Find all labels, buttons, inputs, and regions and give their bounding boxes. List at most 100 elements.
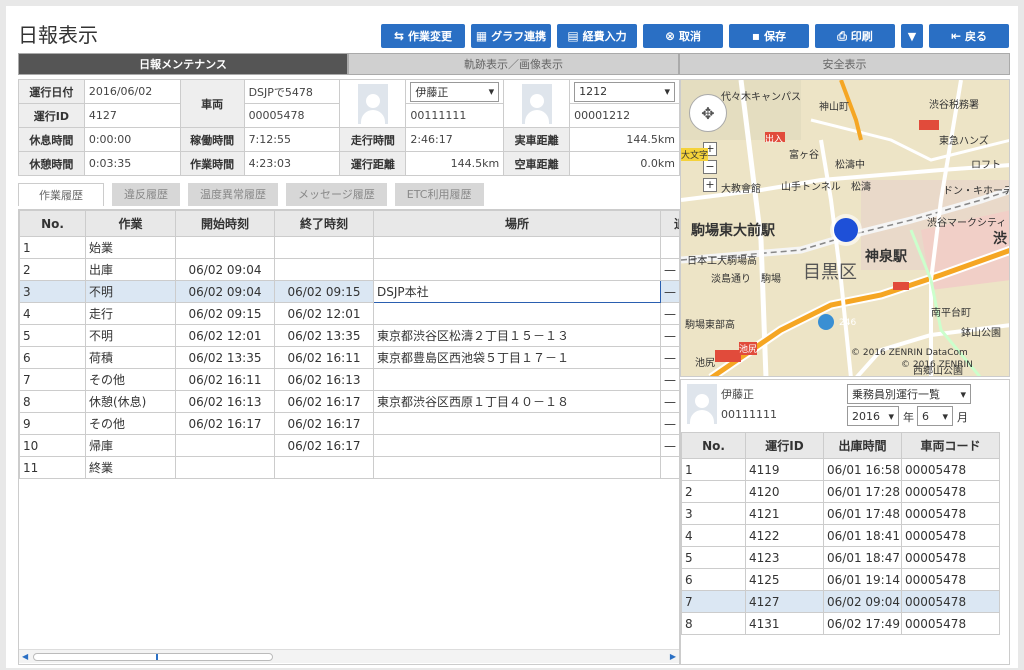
table-cell[interactable]: 06/02 16:17	[274, 412, 374, 435]
column-header[interactable]: 終了時刻	[274, 210, 374, 237]
table-cell[interactable]: 5	[19, 324, 86, 347]
table-cell[interactable]: 06/02 16:17	[274, 390, 374, 413]
table-cell[interactable]	[373, 412, 661, 435]
print-dropdown-button[interactable]: ▼	[901, 24, 923, 48]
table-cell[interactable]: 東京都渋谷区松濤２丁目１５－１３	[373, 324, 661, 347]
month-select[interactable]: 6 ▾	[917, 406, 953, 426]
table-cell[interactable]: 06/02 16:13	[274, 368, 374, 391]
table-cell[interactable]: 06/02 09:04	[175, 280, 275, 303]
table-cell[interactable]: 休憩(休息)	[85, 390, 176, 413]
column-header[interactable]: 運行ID	[745, 432, 824, 459]
tab-temperature-history[interactable]: 温度異常履歴	[188, 183, 278, 206]
table-cell[interactable]: 終業	[85, 456, 176, 479]
print-button[interactable]: ⎙ 印刷	[815, 24, 895, 48]
table-row[interactable]: 10 帰庫 06/02 16:17 —	[19, 434, 679, 457]
table-cell[interactable]: 06/02 16:11	[175, 368, 275, 391]
tab-work-history[interactable]: 作業履歴	[18, 183, 104, 206]
table-cell[interactable]: 荷積	[85, 346, 176, 369]
table-cell[interactable]: 06/02 09:04	[175, 258, 275, 281]
table-cell[interactable]	[373, 368, 661, 391]
tab-track-image[interactable]: 軌跡表示／画像表示	[348, 53, 679, 75]
map-view[interactable]: ✥ + − + 代々木キャンパス 神山町 渋谷税務署 東急ハンズ ロフト 富ヶ谷…	[680, 79, 1010, 377]
table-cell[interactable]	[175, 236, 275, 259]
zoom-out-button[interactable]: −	[703, 160, 717, 174]
graph-link-button[interactable]: ▦ グラフ連携	[471, 24, 551, 48]
table-cell[interactable]: —	[660, 258, 679, 281]
table-row[interactable]: 3 4121 06/01 17:48 00005478	[681, 502, 1000, 525]
table-cell[interactable]: 06/02 16:13	[175, 390, 275, 413]
table-cell[interactable]: 06/02 12:01	[274, 302, 374, 325]
table-cell[interactable]	[274, 236, 374, 259]
table-cell[interactable]: 2	[19, 258, 86, 281]
cancel-button[interactable]: ⊗ 取消	[643, 24, 723, 48]
table-cell[interactable]: 06/02 09:15	[274, 280, 374, 303]
table-cell[interactable]: 10	[19, 434, 86, 457]
table-cell[interactable]: 06/02 16:11	[274, 346, 374, 369]
table-row[interactable]: 3 不明 06/02 09:04 06/02 09:15 DSJP本社 —	[19, 280, 679, 303]
table-cell[interactable]: 8	[19, 390, 86, 413]
scroll-thumb[interactable]	[33, 653, 273, 661]
table-row[interactable]: 6 4125 06/01 19:14 00005478	[681, 568, 1000, 591]
expense-entry-button[interactable]: ▤ 経費入力	[557, 24, 637, 48]
table-cell[interactable]: 東京都豊島区西池袋５丁目１７－１	[373, 346, 661, 369]
table-row[interactable]: 2 4120 06/01 17:28 00005478	[681, 480, 1000, 503]
column-header[interactable]: 開始時刻	[175, 210, 275, 237]
table-cell[interactable]	[373, 434, 661, 457]
table-cell[interactable]: —	[660, 412, 679, 435]
table-cell[interactable]: 06/02 16:17	[274, 434, 374, 457]
table-row[interactable]: 6 荷積 06/02 13:35 06/02 16:11 東京都豊島区西池袋５丁目１７－…	[19, 346, 679, 369]
table-cell[interactable]	[660, 456, 679, 479]
table-cell[interactable]: —	[660, 434, 679, 457]
table-row[interactable]: 1 4119 06/01 16:58 00005478	[681, 458, 1000, 481]
table-cell[interactable]: 走行	[85, 302, 176, 325]
table-cell[interactable]: 06/02 09:15	[175, 302, 275, 325]
scroll-left-icon[interactable]: ◀	[22, 652, 28, 661]
report-type-select[interactable]: 乗務員別運行一覧 ▾	[847, 384, 971, 404]
scroll-right-icon[interactable]: ▶	[670, 652, 676, 661]
table-cell[interactable]	[274, 456, 374, 479]
back-button[interactable]: ⇤ 戻る	[929, 24, 1009, 48]
table-row[interactable]: 1 始業	[19, 236, 679, 259]
table-cell[interactable]	[660, 236, 679, 259]
table-row[interactable]: 5 4123 06/01 18:47 00005478	[681, 546, 1000, 569]
table-cell[interactable]: 9	[19, 412, 86, 435]
table-cell[interactable]: DSJP本社	[373, 280, 661, 303]
table-row[interactable]: 5 不明 06/02 12:01 06/02 13:35 東京都渋谷区松濤２丁目１５－１…	[19, 324, 679, 347]
table-row[interactable]: 11 終業	[19, 456, 679, 479]
change-work-button[interactable]: ⇆ 作業変更	[381, 24, 465, 48]
table-row[interactable]: 4 走行 06/02 09:15 06/02 12:01 —	[19, 302, 679, 325]
table-cell[interactable]: —	[660, 302, 679, 325]
table-cell[interactable]: 4	[19, 302, 86, 325]
tab-etc-history[interactable]: ETC利用履歴	[394, 183, 484, 206]
tab-message-history[interactable]: メッセージ履歴	[286, 183, 387, 206]
table-row[interactable]: 8 休憩(休息) 06/02 16:13 06/02 16:17 東京都渋谷区西原１丁目…	[19, 390, 679, 413]
table-row[interactable]: 7 4127 06/02 09:04 00005478	[681, 590, 1000, 613]
table-row[interactable]: 8 4131 06/02 17:49 00005478	[681, 612, 1000, 635]
save-button[interactable]: ▪ 保存	[729, 24, 809, 48]
table-cell[interactable]: —	[660, 346, 679, 369]
column-header[interactable]: 出庫時間	[823, 432, 902, 459]
column-header[interactable]: No.	[681, 432, 746, 459]
table-row[interactable]: 2 出庫 06/02 09:04 —	[19, 258, 679, 281]
column-header[interactable]: 場所	[373, 210, 661, 237]
table-cell[interactable]: 06/02 16:17	[175, 412, 275, 435]
table-cell[interactable]	[373, 236, 661, 259]
table-cell[interactable]	[175, 456, 275, 479]
table-cell[interactable]: 1	[19, 236, 86, 259]
column-header[interactable]: 車両コード	[901, 432, 1000, 459]
table-cell[interactable]: —	[660, 368, 679, 391]
table-cell[interactable]: その他	[85, 368, 176, 391]
table-cell[interactable]: 不明	[85, 280, 176, 303]
table-cell[interactable]: 帰庫	[85, 434, 176, 457]
table-cell[interactable]	[373, 456, 661, 479]
year-select[interactable]: 2016 ▾	[847, 406, 899, 426]
table-row[interactable]: 4 4122 06/01 18:41 00005478	[681, 524, 1000, 547]
column-header[interactable]: 追	[660, 210, 679, 237]
table-cell[interactable]: その他	[85, 412, 176, 435]
table-cell[interactable]: 06/02 13:35	[274, 324, 374, 347]
horizontal-scrollbar[interactable]: ◀ ▶	[19, 649, 679, 663]
table-cell[interactable]	[175, 434, 275, 457]
driver1-select[interactable]: 伊藤正 ▾	[410, 81, 500, 102]
table-cell[interactable]: —	[660, 324, 679, 347]
table-cell[interactable]	[373, 258, 661, 281]
